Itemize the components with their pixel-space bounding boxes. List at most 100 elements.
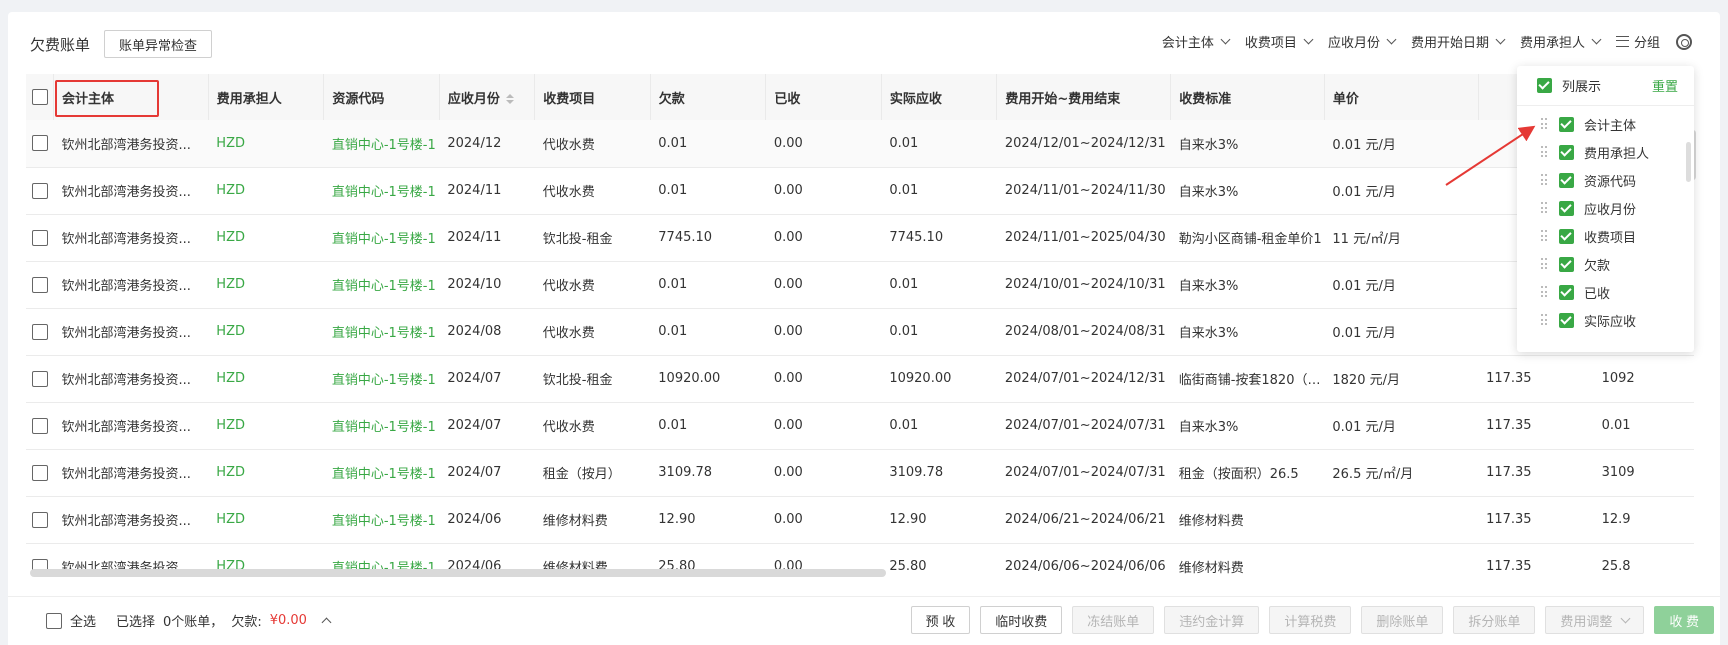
column-header[interactable]: 单价 xyxy=(1324,74,1479,120)
table-cell: 0.00 xyxy=(765,402,882,450)
table-cell[interactable]: HZD xyxy=(208,214,324,262)
table-cell[interactable]: 直销中心-1号楼-1 xyxy=(323,214,440,262)
delete-bill-button[interactable]: 删除账单 xyxy=(1361,606,1444,634)
column-header[interactable]: 费用承担人 xyxy=(208,74,325,120)
drag-handle-icon[interactable] xyxy=(1541,146,1549,158)
table-cell[interactable]: HZD xyxy=(208,308,324,356)
table-cell[interactable]: 直销中心-1号楼-1 xyxy=(323,308,440,356)
panel-scrollbar[interactable] xyxy=(1686,142,1691,182)
drag-handle-icon[interactable] xyxy=(1541,118,1549,130)
bill-exception-check-button[interactable]: 账单异常检查 xyxy=(104,30,213,58)
table-cell[interactable]: 直销中心-1号楼-1 xyxy=(323,120,440,168)
reset-link[interactable]: 重置 xyxy=(1652,76,1678,95)
table-cell[interactable]: 直销中心-1号楼-1 xyxy=(323,261,440,309)
table-cell[interactable]: 直销中心-1号楼-1 xyxy=(323,167,440,215)
table-cell[interactable]: HZD xyxy=(208,449,324,497)
drag-handle-icon[interactable] xyxy=(1541,230,1549,242)
table-row[interactable]: 钦州北部湾港务投资... HZD 直销中心-1号楼-1 2024/06 维修材料费 12.… xyxy=(26,496,1694,544)
table-row[interactable]: 钦州北部湾港务投资... HZD 直销中心-1号楼-1 2024/07 钦北投-租金 10… xyxy=(26,355,1694,403)
split-bill-button[interactable]: 拆分账单 xyxy=(1453,606,1536,634)
table-cell[interactable]: HZD xyxy=(208,496,324,544)
row-checkbox[interactable] xyxy=(32,135,48,152)
table-row[interactable]: 钦州北部湾港务投资... HZD 直销中心-1号楼-1 2024/11 钦北投-租金 77… xyxy=(26,214,1694,262)
column-option[interactable]: 已收 xyxy=(1517,278,1694,306)
table-row[interactable]: 钦州北部湾港务投资... HZD 直销中心-1号楼-1 2024/10 代收水费 0.01… xyxy=(26,261,1694,309)
chevron-down-icon xyxy=(1620,613,1631,623)
filter-receivable-month[interactable]: 应收月份 xyxy=(1328,32,1397,51)
charge-button[interactable]: 收 费 xyxy=(1654,606,1714,634)
row-checkbox[interactable] xyxy=(32,417,48,434)
table-row[interactable]: 钦州北部湾港务投资... HZD 直销中心-1号楼-1 2024/08 代收水费 0.01… xyxy=(26,308,1694,356)
drag-handle-icon[interactable] xyxy=(1541,174,1549,186)
column-header[interactable]: 收费项目 xyxy=(534,74,651,120)
prepay-button[interactable]: 预 收 xyxy=(910,606,971,634)
sort-icon[interactable] xyxy=(505,94,514,104)
column-checkbox[interactable] xyxy=(1559,228,1574,244)
column-checkbox[interactable] xyxy=(1559,284,1574,300)
horizontal-scrollbar[interactable] xyxy=(30,569,886,577)
column-option[interactable]: 费用承担人 xyxy=(1517,138,1694,166)
drag-handle-icon[interactable] xyxy=(1541,286,1549,298)
column-option[interactable]: 欠款 xyxy=(1517,250,1694,278)
column-header-sortable[interactable]: 应收月份 xyxy=(439,74,536,120)
column-header[interactable]: 欠款 xyxy=(650,74,767,120)
column-option-label: 会计主体 xyxy=(1584,118,1637,134)
column-checkbox[interactable] xyxy=(1559,200,1574,216)
penalty-calc-button[interactable]: 违约金计算 xyxy=(1164,606,1260,634)
row-checkbox[interactable] xyxy=(32,182,48,199)
table-row[interactable]: 钦州北部湾港务投资... HZD 直销中心-1号楼-1 2024/12 代收水费 0.01… xyxy=(26,120,1694,168)
table-cell[interactable]: HZD xyxy=(208,261,324,309)
column-header[interactable]: 资源代码 xyxy=(323,74,440,120)
gear-icon[interactable] xyxy=(1676,33,1692,50)
column-checkbox[interactable] xyxy=(1559,256,1574,272)
column-header[interactable]: 实际应收 xyxy=(881,74,998,120)
drag-handle-icon[interactable] xyxy=(1541,314,1549,326)
row-checkbox[interactable] xyxy=(32,276,48,293)
table-cell[interactable]: 直销中心-1号楼-1 xyxy=(323,402,440,450)
column-option[interactable]: 实际应收 xyxy=(1517,306,1694,334)
table-row[interactable]: 钦州北部湾港务投资... HZD 直销中心-1号楼-1 2024/11 代收水费 0.01… xyxy=(26,167,1694,215)
table-row[interactable]: 钦州北部湾港务投资... HZD 直销中心-1号楼-1 2024/07 代收水费 0.01… xyxy=(26,402,1694,450)
drag-handle-icon[interactable] xyxy=(1541,202,1549,214)
group-button[interactable]: 分组 xyxy=(1615,32,1660,51)
column-header[interactable]: 已收 xyxy=(765,74,882,120)
row-checkbox[interactable] xyxy=(32,511,48,528)
column-option[interactable]: 会计主体 xyxy=(1517,110,1694,138)
column-checkbox[interactable] xyxy=(1559,312,1574,328)
filter-start-date[interactable]: 费用开始日期 xyxy=(1411,32,1506,51)
column-header[interactable]: 收费标准 xyxy=(1170,74,1325,120)
table-cell[interactable]: HZD xyxy=(208,402,324,450)
column-header[interactable]: 费用开始~费用结束 xyxy=(996,74,1172,120)
filter-accounting-entity[interactable]: 会计主体 xyxy=(1162,32,1231,51)
column-option[interactable]: 应收月份 xyxy=(1517,194,1694,222)
column-checkbox[interactable] xyxy=(1559,144,1574,160)
table-row[interactable]: 钦州北部湾港务投资... HZD 直销中心-1号楼-1 2024/07 租金（按月） 31… xyxy=(26,449,1694,497)
select-all-checkbox[interactable] xyxy=(46,612,62,629)
row-checkbox[interactable] xyxy=(32,323,48,340)
table-cell[interactable]: HZD xyxy=(208,167,324,215)
temp-charge-button[interactable]: 临时收费 xyxy=(980,606,1063,634)
fee-adjust-button[interactable]: 费用调整 xyxy=(1545,606,1645,634)
row-checkbox[interactable] xyxy=(32,229,48,246)
table-cell[interactable]: 直销中心-1号楼-1 xyxy=(323,355,440,403)
drag-handle-icon[interactable] xyxy=(1541,258,1549,270)
filter-payer[interactable]: 费用承担人 xyxy=(1520,32,1602,51)
row-checkbox[interactable] xyxy=(32,464,48,481)
header-checkbox[interactable] xyxy=(32,89,48,105)
chevron-up-icon[interactable] xyxy=(321,617,332,628)
table-cell[interactable]: 直销中心-1号楼-1 xyxy=(323,496,440,544)
table-cell[interactable]: HZD xyxy=(208,355,324,403)
column-checkbox[interactable] xyxy=(1559,116,1574,132)
table-cell[interactable]: HZD xyxy=(208,120,324,168)
column-option[interactable]: 资源代码 xyxy=(1517,166,1694,194)
tax-calc-button[interactable]: 计算税费 xyxy=(1269,606,1352,634)
freeze-bill-button[interactable]: 冻结账单 xyxy=(1072,606,1155,634)
column-checkbox[interactable] xyxy=(1559,172,1574,188)
filter-charge-item[interactable]: 收费项目 xyxy=(1245,32,1314,51)
table-cell: 2024/08/01~2024/08/31 xyxy=(996,308,1171,356)
column-option[interactable]: 收费项目 xyxy=(1517,222,1694,250)
table-cell[interactable]: 直销中心-1号楼-1 xyxy=(323,449,440,497)
row-checkbox[interactable] xyxy=(32,370,48,387)
show-all-columns-checkbox[interactable] xyxy=(1537,78,1552,93)
table-cell: 0.01 xyxy=(881,402,997,450)
